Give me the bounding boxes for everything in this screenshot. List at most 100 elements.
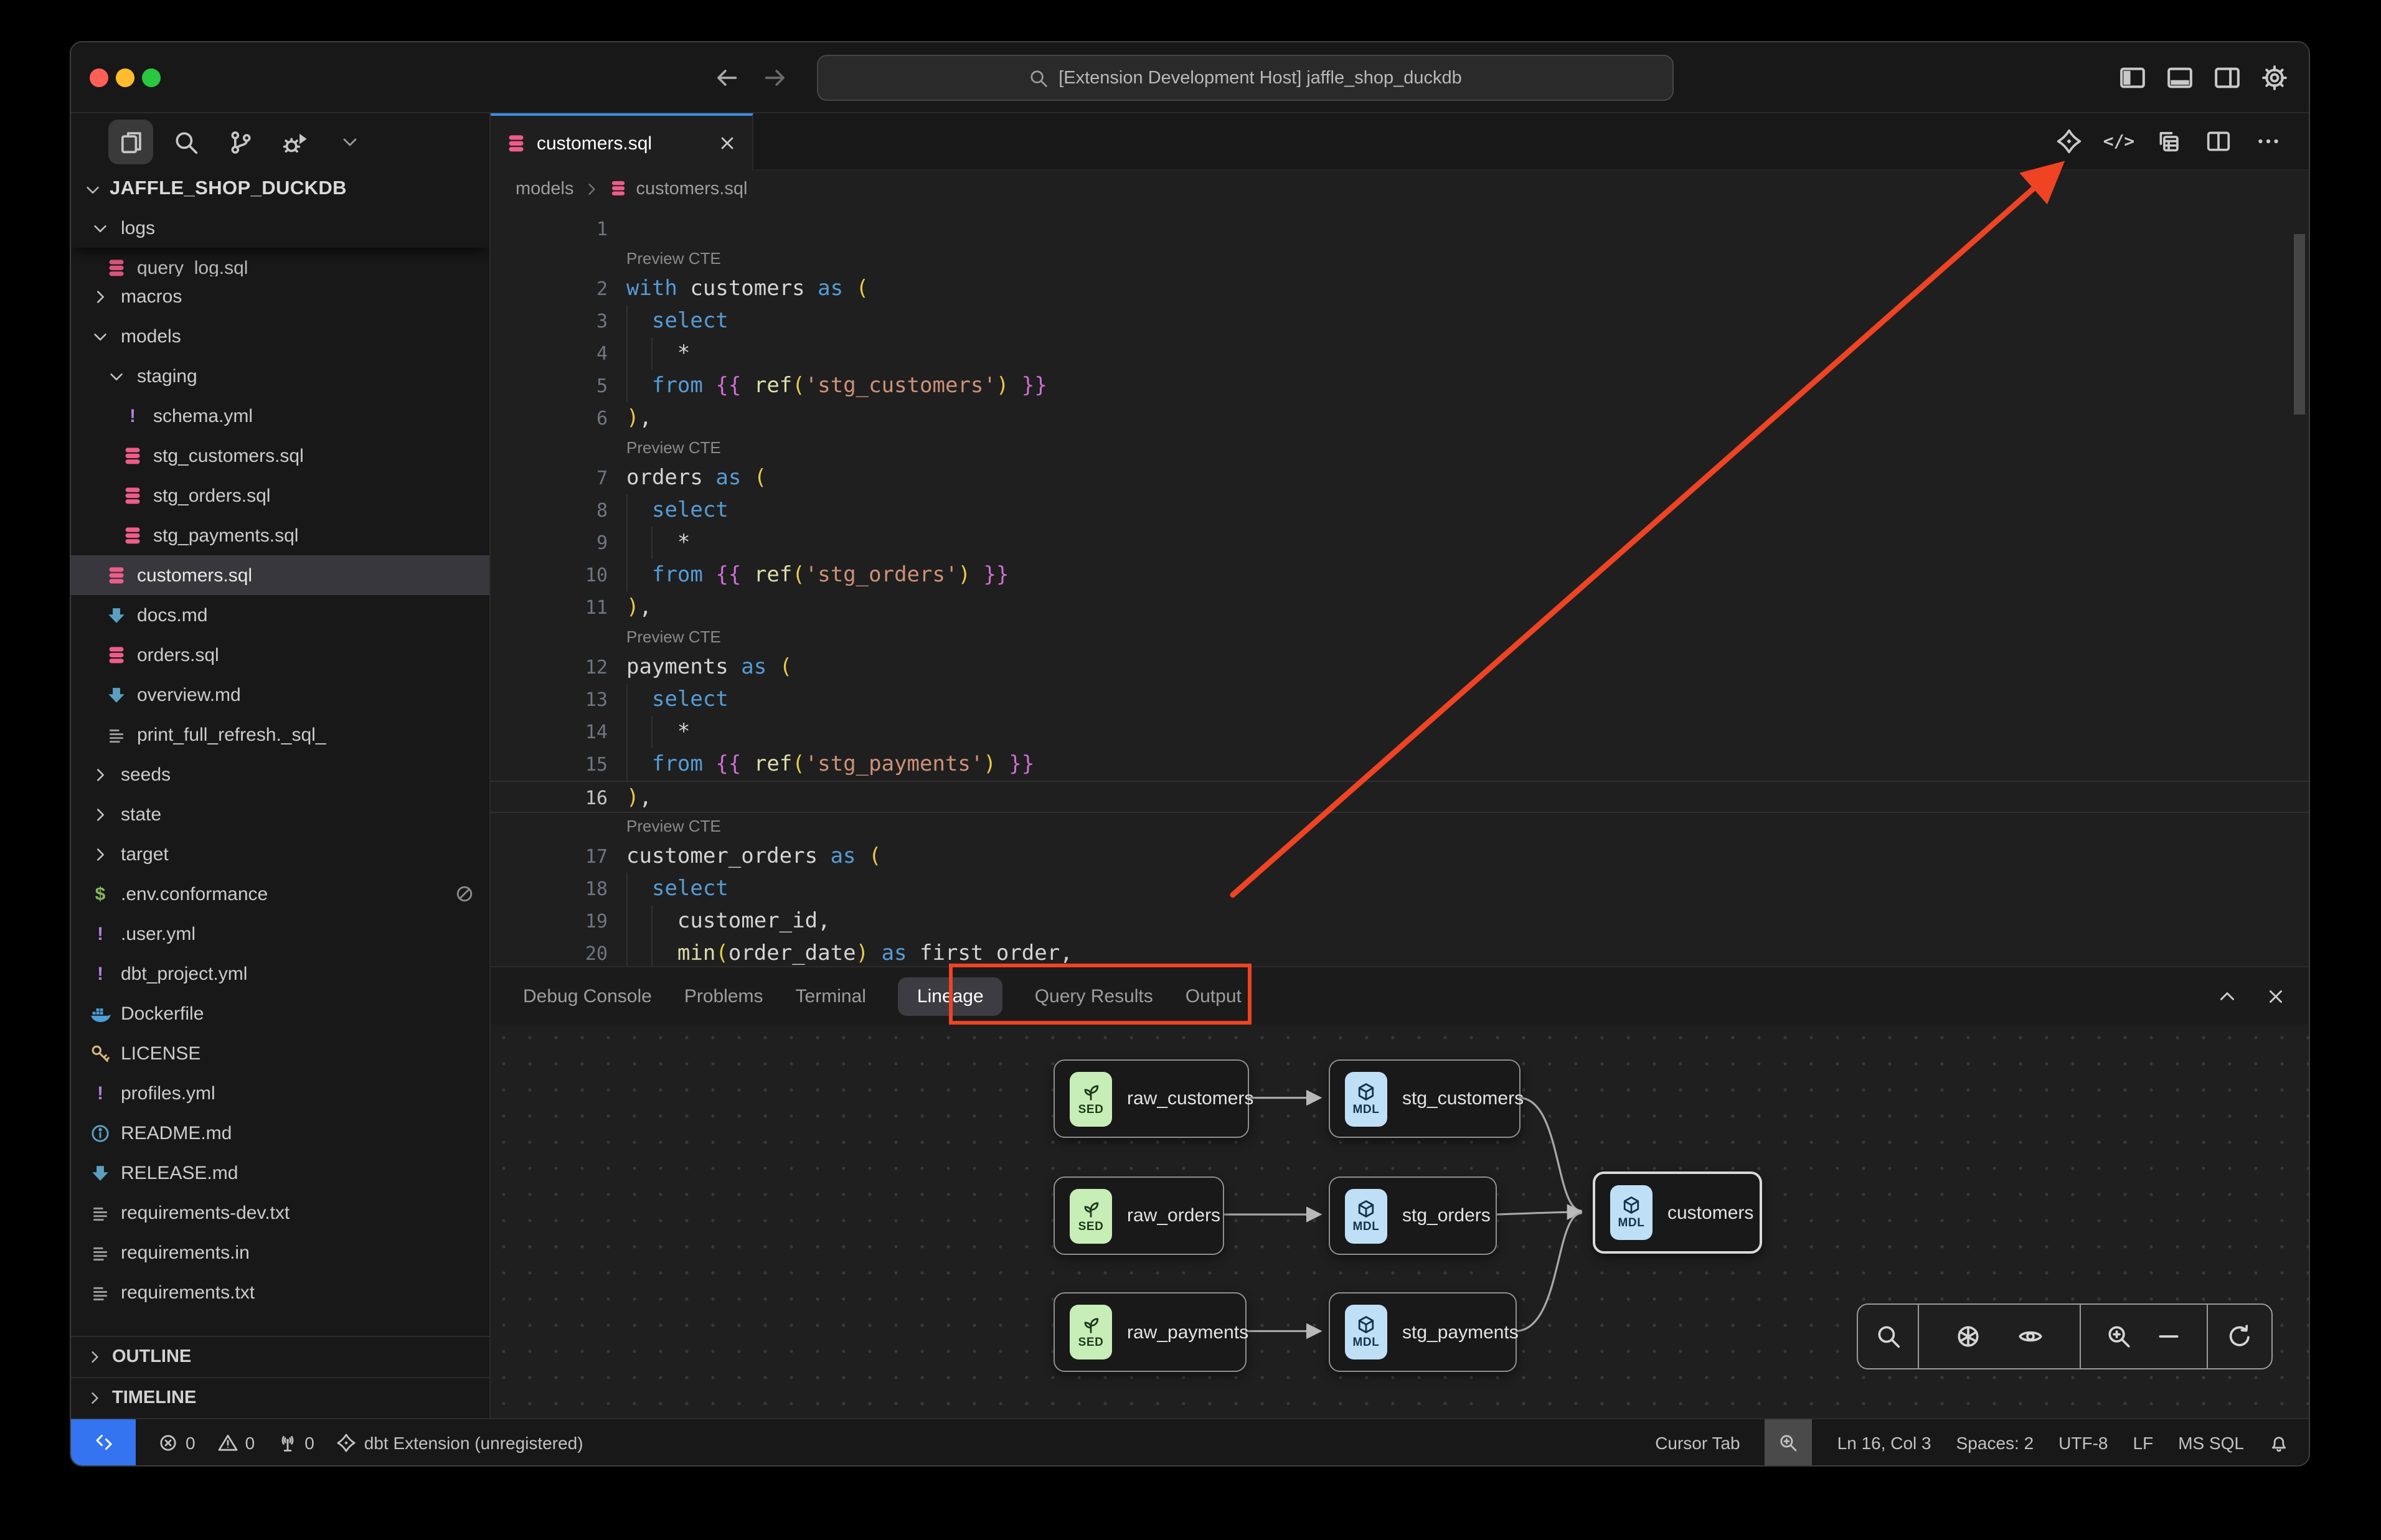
codelens-preview-cte[interactable]: Preview CTE <box>626 624 2309 651</box>
breadcrumb-folder[interactable]: models <box>516 179 574 199</box>
codelens-preview-cte[interactable]: Preview CTE <box>626 813 2309 840</box>
close-tab-icon[interactable] <box>717 133 737 153</box>
layout-sidebar-left-icon[interactable] <box>2118 63 2147 92</box>
tree-item-stg-customers-sql[interactable]: stg_customers.sql <box>71 436 489 476</box>
activity-files[interactable] <box>108 120 153 164</box>
panel-tab-debug-console[interactable]: Debug Console <box>523 985 652 1007</box>
arrow-left-icon[interactable] <box>714 65 740 91</box>
tree-item-release-md[interactable]: RELEASE.md <box>71 1153 489 1193</box>
tree-item-state[interactable]: state <box>71 794 489 834</box>
tree-item-dbt-project-yml[interactable]: !dbt_project.yml <box>71 954 489 993</box>
indentation[interactable]: Spaces: 2 <box>1956 1419 2034 1465</box>
search-icon <box>172 129 199 155</box>
codelens-preview-cte[interactable]: Preview CTE <box>626 245 2309 273</box>
cursor-position[interactable]: Ln 16, Col 3 <box>1837 1419 1931 1465</box>
screencast-zoom[interactable] <box>1765 1419 1813 1465</box>
sidebar-section-timeline[interactable]: TIMELINE <box>71 1377 489 1418</box>
tree-item-dockerfile[interactable]: Dockerfile <box>71 993 489 1033</box>
tree-item-customers-sql[interactable]: customers.sql <box>71 555 489 595</box>
tree-item-print-full-refresh-sql[interactable]: print_full_refresh._sql_ <box>71 715 489 754</box>
tree-item-seeds[interactable]: seeds <box>71 754 489 794</box>
tree-item-stg-orders-sql[interactable]: stg_orders.sql <box>71 476 489 515</box>
explorer-project-header[interactable]: JAFFLE_SHOP_DUCKDB <box>71 171 489 208</box>
query-results-icon[interactable] <box>2156 128 2182 154</box>
panel-tab-terminal[interactable]: Terminal <box>796 985 866 1007</box>
activity-source-control[interactable] <box>218 120 263 164</box>
dbt-extension-status[interactable]: dbt Extension (unregistered) <box>337 1419 583 1465</box>
tree-item-stg-payments-sql[interactable]: stg_payments.sql <box>71 515 489 555</box>
tree-item-logs[interactable]: logs <box>71 208 489 248</box>
maximize-window-button[interactable] <box>142 68 161 87</box>
eye-icon[interactable] <box>2017 1323 2044 1350</box>
lineage-node-stg_payments[interactable]: MDLstg_payments <box>1329 1292 1517 1372</box>
tree-item-env-conformance[interactable]: $.env.conformance <box>71 874 489 914</box>
encoding[interactable]: UTF-8 <box>2058 1419 2108 1465</box>
tab-customers-sql[interactable]: customers.sql <box>491 113 753 171</box>
aperture-icon[interactable] <box>1955 1323 1981 1350</box>
lineage-node-stg_orders[interactable]: MDLstg_orders <box>1329 1176 1497 1255</box>
settings-gear-icon[interactable] <box>2260 63 2289 92</box>
tree-item-docs-md[interactable]: docs.md <box>71 595 489 635</box>
close-window-button[interactable] <box>90 68 108 87</box>
codelens-preview-cte[interactable]: Preview CTE <box>626 434 2309 462</box>
tree-item-overview-md[interactable]: overview.md <box>71 675 489 715</box>
dbt-icon[interactable] <box>2056 128 2082 154</box>
sidebar-section-outline[interactable]: OUTLINE <box>71 1336 489 1377</box>
code-editor[interactable]: 1Preview CTE2with customers as (3 select… <box>491 207 2309 966</box>
command-center-search[interactable]: [Extension Development Host] jaffle_shop… <box>817 55 1674 101</box>
lineage-node-raw_customers[interactable]: SEDraw_customers <box>1054 1059 1249 1138</box>
refresh-icon[interactable] <box>2227 1323 2253 1350</box>
code-tags-icon[interactable]: </> <box>2106 128 2132 154</box>
chevron-up-icon[interactable] <box>2217 985 2238 1007</box>
ellipsis-icon[interactable] <box>2255 128 2281 154</box>
lineage-node-raw_orders[interactable]: SEDraw_orders <box>1054 1176 1224 1255</box>
tree-item-license[interactable]: LICENSE <box>71 1033 489 1073</box>
lineage-node-stg_customers[interactable]: MDLstg_customers <box>1329 1059 1521 1138</box>
tree-item-models[interactable]: models <box>71 316 489 356</box>
tree-item-query-log-sql[interactable]: query_log.sql <box>71 248 489 276</box>
editor-scrollbar[interactable] <box>2294 234 2305 415</box>
breadcrumb-file[interactable]: customers.sql <box>636 179 748 199</box>
minimize-window-button[interactable] <box>116 68 134 87</box>
layout-panel-icon[interactable] <box>2166 63 2194 92</box>
tree-item-user-yml[interactable]: !.user.yml <box>71 914 489 954</box>
panel-tab-problems[interactable]: Problems <box>684 985 763 1007</box>
tree-item-requirements-dev-txt[interactable]: requirements-dev.txt <box>71 1193 489 1232</box>
code-text: min(order_date) as first_order, <box>626 937 1073 966</box>
database-file-icon <box>506 133 527 154</box>
lineage-node-raw_payments[interactable]: SEDraw_payments <box>1054 1292 1247 1372</box>
language-mode[interactable]: MS SQL <box>2178 1419 2244 1465</box>
eol[interactable]: LF <box>2133 1419 2154 1465</box>
activity-search[interactable] <box>163 120 208 164</box>
lineage-node-customers[interactable]: MDLcustomers <box>1593 1171 1762 1254</box>
errors-count[interactable]: 0 <box>158 1419 196 1465</box>
tree-item-orders-sql[interactable]: orders.sql <box>71 635 489 675</box>
remote-indicator[interactable] <box>71 1419 136 1465</box>
tree-item-schema-yml[interactable]: !schema.yml <box>71 396 489 436</box>
notifications-bell[interactable] <box>2269 1419 2289 1465</box>
activity-debug[interactable] <box>273 120 318 164</box>
tree-item-profiles-yml[interactable]: !profiles.yml <box>71 1073 489 1113</box>
ports-count[interactable]: 0 <box>277 1419 314 1465</box>
search-icon[interactable] <box>1875 1323 1901 1350</box>
tree-item-requirements-txt[interactable]: requirements.txt <box>71 1272 489 1312</box>
chevron-down-icon <box>88 326 112 347</box>
lineage-canvas[interactable]: SEDraw_customers MDLstg_customers SEDraw_o… <box>491 1025 2309 1418</box>
zoom-out-icon[interactable] <box>2156 1323 2182 1350</box>
close-icon[interactable] <box>2265 985 2286 1007</box>
panel-tab-output[interactable]: Output <box>1186 985 1242 1007</box>
arrow-right-icon[interactable] <box>762 65 788 91</box>
tree-item-macros[interactable]: macros <box>71 276 489 316</box>
activity-chevron-down[interactable] <box>328 120 372 164</box>
zoom-in-icon[interactable] <box>2105 1323 2131 1350</box>
warnings-count[interactable]: 0 <box>218 1419 255 1465</box>
tree-item-staging[interactable]: staging <box>71 356 489 396</box>
tree-item-readme-md[interactable]: README.md <box>71 1113 489 1153</box>
split-editor-icon[interactable] <box>2205 128 2232 154</box>
tree-item-target[interactable]: target <box>71 834 489 874</box>
tree-item-requirements-in[interactable]: requirements.in <box>71 1232 489 1272</box>
layout-sidebar-right-icon[interactable] <box>2213 63 2242 92</box>
panel-tab-query-results[interactable]: Query Results <box>1035 985 1153 1007</box>
cursor-tab[interactable]: Cursor Tab <box>1655 1419 1740 1465</box>
panel-tab-lineage[interactable]: Lineage <box>898 977 1002 1015</box>
